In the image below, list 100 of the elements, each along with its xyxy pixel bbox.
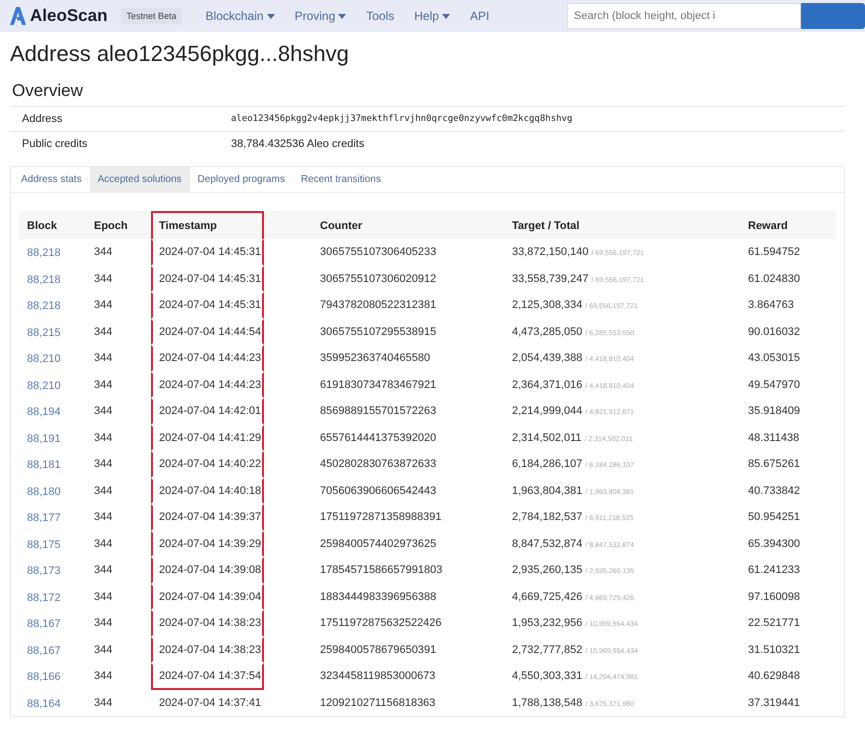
caret-icon xyxy=(266,14,275,18)
block-link[interactable]: 88,167 xyxy=(27,644,61,657)
table-cell-text: 43.053015 xyxy=(748,352,801,364)
block-link[interactable]: 88,218 xyxy=(27,300,61,312)
table-cell-text: 61.594752 xyxy=(748,246,801,258)
table-cell-text: 61.024830 xyxy=(748,272,801,285)
table-cell-text: 1209210271156818363 xyxy=(320,696,436,709)
section-heading: Overview xyxy=(12,81,84,101)
table-cell-text: 50.954251 xyxy=(748,511,801,524)
table-cell-text: 344 xyxy=(94,352,114,364)
table-cell-text: 344 xyxy=(94,432,114,444)
table-cell-text: 1883444983396956388 xyxy=(320,590,438,603)
table-cell-text: 4502802830763872633 xyxy=(320,458,438,470)
nav-link[interactable]: Tools xyxy=(356,9,404,23)
table-cell-text: 344 xyxy=(94,299,114,312)
table-cell-text: 344 xyxy=(94,326,114,338)
table-cell-text: 3065755107306020912 xyxy=(320,272,438,285)
table-cell: 2024-07-04 14:39:08 xyxy=(151,557,264,584)
table-cell: 4,669,725,426 xyxy=(512,590,582,603)
table-cell-text: 17854571586657991803 xyxy=(320,564,444,576)
caret-icon xyxy=(442,14,450,18)
table-cell: 2,214,999,044 xyxy=(512,405,582,418)
table-cell: 33,872,150,140 xyxy=(512,246,588,258)
page-title: Address aleo123456pkgg...8hshvg xyxy=(10,41,350,67)
table-cell: 6,184,286,107 xyxy=(512,458,582,470)
table-cell: 2024-07-04 14:45:31 xyxy=(151,266,264,292)
column-header: Target / Total xyxy=(511,219,580,234)
table-cell-text: 344 xyxy=(94,670,114,682)
table-cell: 33,558,739,247 xyxy=(512,272,588,285)
table-cell: 2024-07-04 14:39:04 xyxy=(151,584,264,610)
table-cell-text: 90.016032 xyxy=(748,326,801,338)
block-link[interactable]: 88,218 xyxy=(27,247,61,260)
table-cell: 2024-07-04 14:44:23 xyxy=(151,372,264,398)
tab[interactable]: Accepted solutions xyxy=(90,167,190,192)
block-link[interactable]: 88,191 xyxy=(27,432,61,445)
table-cell-text: 2598400578679650391 xyxy=(320,644,438,656)
table-cell: 2024-07-04 14:40:18 xyxy=(151,478,264,504)
table-cell-text: 85.675261 xyxy=(748,458,801,470)
table-cell: 2024-07-04 14:41:29 xyxy=(151,424,264,451)
table-cell-text: 2598400574402973625 xyxy=(320,538,438,550)
table-cell-text: 6557614441375392020 xyxy=(320,432,438,444)
column-header: Reward xyxy=(747,219,789,234)
tab[interactable]: Recent transitions xyxy=(292,167,389,192)
block-link[interactable]: 88,172 xyxy=(27,592,61,604)
block-link[interactable]: 88,164 xyxy=(27,698,61,710)
table-cell-text: 61.241233 xyxy=(748,564,801,576)
nav-link[interactable]: API xyxy=(460,9,500,23)
table-cell-text: 344 xyxy=(94,458,114,470)
nav-link[interactable]: Proving xyxy=(284,9,356,23)
field-label: Public credits xyxy=(22,138,88,150)
table-cell-text: 17511972871358988391 xyxy=(320,511,443,524)
table-cell-text: 65.394300 xyxy=(748,538,801,550)
block-link[interactable]: 88,166 xyxy=(27,671,61,684)
testnet-badge: Testnet Beta xyxy=(121,8,182,24)
block-link[interactable]: 88,210 xyxy=(27,380,61,392)
table-cell: 2024-07-04 14:44:23 xyxy=(151,345,264,372)
column-header: Epoch xyxy=(93,219,129,234)
table-cell-text: 97.160098 xyxy=(748,590,801,603)
table-cell: 2024-07-04 14:42:01 xyxy=(151,398,264,424)
search-button[interactable] xyxy=(801,3,865,29)
table-cell-text: 7056063906606542443 xyxy=(320,484,438,497)
table-cell-text: 35.918409 xyxy=(748,405,801,418)
table-cell-text: 22.521771 xyxy=(748,617,801,630)
block-link[interactable]: 88,218 xyxy=(27,274,61,286)
block-link[interactable]: 88,175 xyxy=(27,538,61,551)
table-cell-text: 344 xyxy=(94,696,114,709)
block-link[interactable]: 88,181 xyxy=(27,459,61,472)
column-header: Counter xyxy=(319,219,364,234)
block-link[interactable]: 88,215 xyxy=(27,326,61,339)
table-cell-text: 37.319441 xyxy=(748,696,801,709)
table-cell-text: 344 xyxy=(94,272,114,285)
block-link[interactable]: 88,210 xyxy=(27,353,61,366)
block-link[interactable]: 88,194 xyxy=(27,406,61,418)
nav-link[interactable]: Blockchain xyxy=(196,9,285,23)
block-link[interactable]: 88,177 xyxy=(27,512,61,524)
column-header: Block xyxy=(26,219,58,234)
table-cell-text: 344 xyxy=(94,538,114,550)
block-link[interactable]: 88,180 xyxy=(27,486,61,498)
table-cell-text: 8569889155701572263 xyxy=(320,405,438,418)
nav-link[interactable]: Help xyxy=(404,9,460,23)
table-cell-text: 17511972875632522426 xyxy=(320,617,443,630)
field-value: aleo123456pkgg2v4epkjj37mekthflrvjhn0qrcge0nzyvwfc0m2kcgq8hshvg xyxy=(231,114,574,124)
table-cell-text: 344 xyxy=(94,484,114,497)
table-cell-text: 40.629848 xyxy=(748,670,801,682)
table-cell: 4,473,285,050 xyxy=(512,326,582,338)
table-cell: 2,125,308,334 xyxy=(512,299,582,312)
table-cell: 2024-07-04 14:45:31 xyxy=(151,292,264,318)
table-cell: 2024-07-04 14:40:22 xyxy=(151,451,264,478)
logo-icon xyxy=(10,7,26,25)
table-cell-text: 344 xyxy=(94,405,114,418)
tab[interactable]: Deployed programs xyxy=(190,167,293,192)
table-cell-text: 344 xyxy=(94,644,114,656)
table-cell-text: 344 xyxy=(94,511,114,524)
block-link[interactable]: 88,167 xyxy=(27,618,61,630)
brand-name[interactable]: AleoScan xyxy=(30,6,108,26)
tab[interactable]: Address stats xyxy=(13,167,90,192)
block-link[interactable]: 88,173 xyxy=(27,565,61,578)
table-cell: 2,784,182,537 xyxy=(512,511,582,524)
column-header: Timestamp xyxy=(151,211,264,239)
search-field[interactable]: Search (block height, object i xyxy=(567,3,801,29)
